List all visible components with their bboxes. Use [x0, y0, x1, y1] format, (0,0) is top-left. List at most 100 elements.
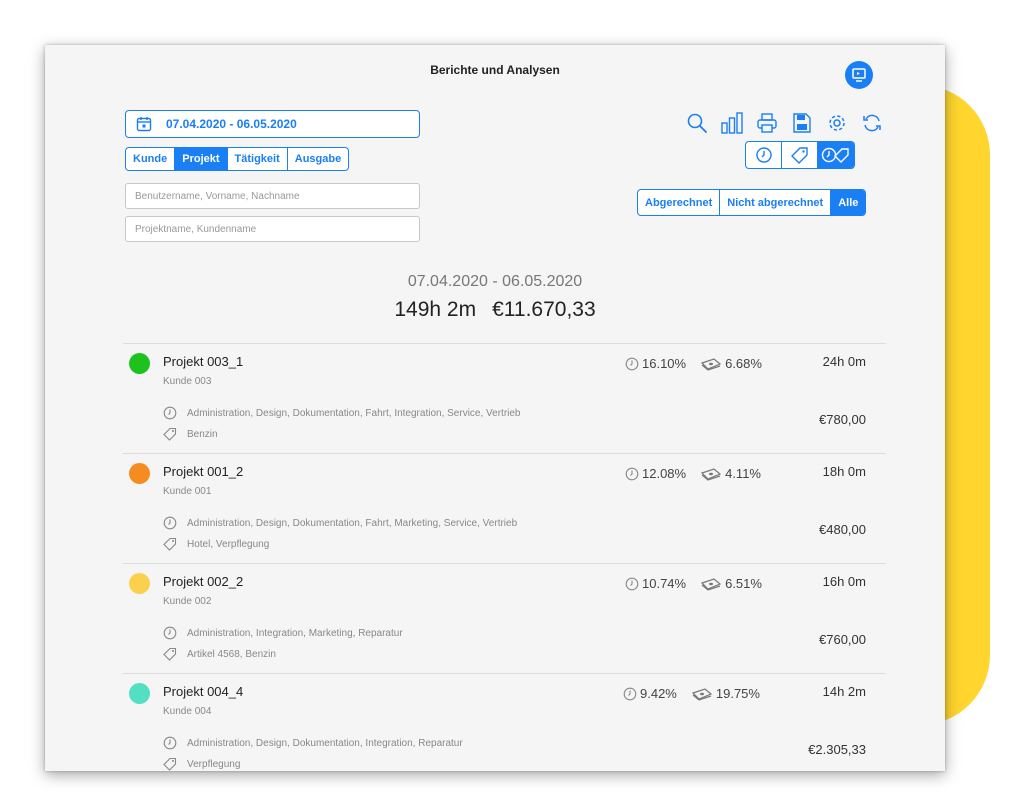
time-share: 10.74%: [625, 576, 686, 591]
bar-chart-icon: [720, 111, 744, 134]
user-search-input[interactable]: Benutzername, Vorname, Nachname: [125, 183, 420, 209]
project-expenses: Hotel, Verpflegung: [163, 537, 269, 551]
expense-share: 19.75%: [691, 686, 760, 701]
project-tasks-text: Administration, Design, Dokumentation, I…: [187, 737, 463, 749]
project-hours: 24h 0m: [822, 354, 866, 369]
project-amount: €760,00: [819, 632, 866, 647]
type-both-button[interactable]: [818, 142, 854, 168]
save-icon: [792, 112, 812, 134]
project-hours: 14h 2m: [822, 684, 866, 699]
project-row[interactable]: Projekt 002_2 Kunde 002 10.74% 6.51% 16h 0m A…: [123, 563, 886, 673]
export-screen-button[interactable]: [845, 61, 873, 89]
time-share: 16.10%: [625, 356, 686, 371]
project-row[interactable]: Projekt 001_2 Kunde 001 12.08% 4.11% 18h 0m A…: [123, 453, 886, 563]
billing-option-2[interactable]: Alle: [831, 190, 866, 215]
clock-icon: [623, 687, 637, 701]
project-tasks: Administration, Design, Dokumentation, F…: [163, 516, 517, 530]
date-range-button[interactable]: 07.04.2020 - 06.05.2020: [125, 110, 420, 138]
tab-2[interactable]: Tätigkeit: [228, 148, 288, 170]
type-time-button[interactable]: [746, 142, 782, 168]
gear-icon: [826, 112, 848, 134]
billing-option-0[interactable]: Abgerechnet: [638, 190, 721, 215]
expense-share-value: 6.68%: [725, 356, 762, 371]
project-stats: 9.42% 19.75%: [623, 686, 760, 701]
project-color-dot: [129, 573, 150, 594]
toolbar: [683, 109, 885, 136]
time-share-value: 12.08%: [642, 466, 687, 481]
time-share-value: 10.74%: [642, 576, 687, 591]
summary-hours: 149h 2m: [394, 298, 477, 321]
expense-share: 6.51%: [700, 576, 762, 591]
project-client: Kunde 003: [163, 376, 212, 387]
reports-window: Berichte und Analysen 07.04.2020 - 06.05…: [45, 45, 945, 771]
time-share: 12.08%: [625, 466, 686, 481]
tag-icon: [163, 427, 177, 441]
project-row[interactable]: Projekt 004_4 Kunde 004 9.42% 19.75% 14h 2m A…: [123, 673, 886, 771]
grouping-tabs: Kunde Projekt Tätigkeit Ausgabe: [125, 147, 350, 171]
time-share-value: 9.42%: [640, 686, 677, 701]
project-amount: €2.305,33: [808, 742, 866, 757]
expense-share-value: 19.75%: [715, 686, 760, 701]
project-list: Projekt 003_1 Kunde 003 16.10% 6.68% 24h 0m A…: [123, 343, 886, 771]
project-expenses: Verpflegung: [163, 757, 240, 771]
clock-icon: [163, 626, 177, 640]
type-expense-button[interactable]: [782, 142, 818, 168]
expense-share: 6.68%: [700, 356, 762, 371]
project-name: Projekt 004_4: [163, 684, 244, 699]
print-button[interactable]: [753, 109, 780, 136]
clock-icon: [625, 577, 639, 591]
expense-share-value: 4.11%: [725, 466, 761, 481]
project-expenses: Artikel 4568, Benzin: [163, 647, 276, 661]
cash-icon: [700, 577, 722, 591]
cash-icon: [700, 467, 722, 481]
project-expenses-text: Artikel 4568, Benzin: [187, 648, 276, 660]
project-search-input[interactable]: Projektname, Kundenname: [125, 216, 420, 242]
clock-icon: [163, 516, 177, 530]
summary-amount: €11.670,33: [492, 298, 596, 321]
tab-0[interactable]: Kunde: [126, 148, 176, 170]
project-color-dot: [129, 353, 150, 374]
time-share: 9.42%: [623, 686, 677, 701]
summary-date-range: 07.04.2020 - 06.05.2020: [407, 273, 583, 290]
project-amount: €480,00: [819, 522, 866, 537]
time-share-value: 16.10%: [642, 356, 687, 371]
project-hours: 16h 0m: [822, 574, 866, 589]
clock-icon: [625, 357, 639, 371]
tag-icon: [163, 647, 177, 661]
project-tasks-text: Administration, Design, Dokumentation, F…: [187, 517, 518, 529]
expense-share: 4.11%: [700, 466, 761, 481]
save-button[interactable]: [788, 109, 815, 136]
project-tasks: Administration, Design, Dokumentation, I…: [163, 736, 463, 750]
clock-icon: [163, 406, 177, 420]
expense-share-value: 6.51%: [725, 576, 762, 591]
project-client: Kunde 002: [163, 596, 212, 607]
project-hours: 18h 0m: [822, 464, 866, 479]
tab-3[interactable]: Ausgabe: [288, 148, 348, 170]
chart-button[interactable]: [718, 109, 745, 136]
clock-icon: [625, 467, 639, 481]
tag-icon: [163, 757, 177, 771]
project-stats: 16.10% 6.68%: [625, 356, 762, 371]
refresh-button[interactable]: [858, 109, 885, 136]
window-title: Berichte und Analysen: [430, 63, 560, 77]
billing-option-1[interactable]: Nicht abgerechnet: [720, 190, 832, 215]
refresh-icon: [861, 112, 883, 134]
project-expenses-text: Hotel, Verpflegung: [187, 538, 270, 550]
user-search-placeholder: Benutzername, Vorname, Nachname: [135, 190, 300, 202]
project-row[interactable]: Projekt 003_1 Kunde 003 16.10% 6.68% 24h 0m A…: [123, 343, 886, 453]
printer-icon: [756, 112, 778, 134]
settings-button[interactable]: [823, 109, 850, 136]
billing-filter: Abgerechnet Nicht abgerechnet Alle: [637, 189, 867, 216]
tab-1[interactable]: Projekt: [175, 148, 228, 170]
project-name: Projekt 002_2: [163, 574, 244, 589]
clock-icon: [755, 146, 773, 164]
search-button[interactable]: [683, 109, 710, 136]
project-expenses-text: Benzin: [187, 428, 218, 440]
cash-icon: [700, 357, 722, 371]
date-range-label: 07.04.2020 - 06.05.2020: [166, 117, 297, 131]
project-tasks-text: Administration, Integration, Marketing, …: [187, 627, 403, 639]
summary-totals: 149h 2m €11.670,33: [45, 298, 945, 322]
clock-tag-icon: [821, 146, 851, 164]
project-stats: 12.08% 4.11%: [625, 466, 761, 481]
project-stats: 10.74% 6.51%: [625, 576, 762, 591]
